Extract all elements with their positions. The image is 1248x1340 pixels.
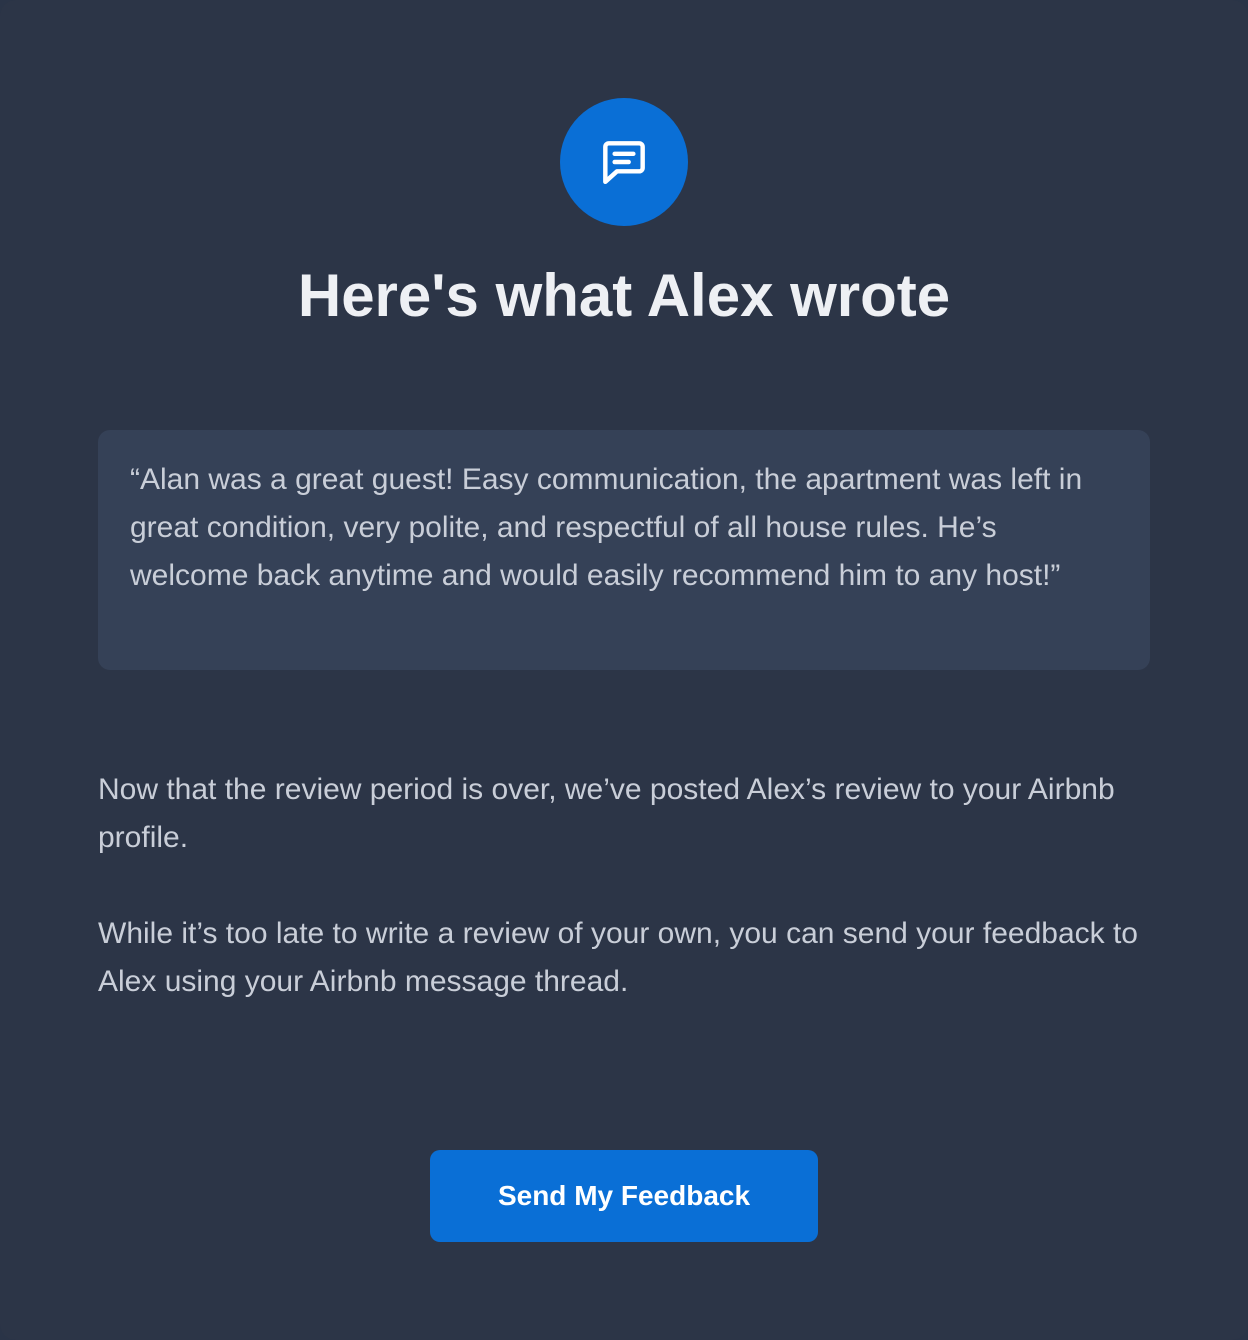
chat-message-icon xyxy=(560,98,688,226)
send-feedback-button[interactable]: Send My Feedback xyxy=(430,1150,818,1242)
page-title: Here's what Alex wrote xyxy=(297,262,951,329)
feedback-info-paragraph: While it’s too late to write a review of… xyxy=(98,917,1138,998)
review-quote-box: “Alan was a great guest! Easy communicat… xyxy=(98,430,1150,670)
review-posted-paragraph: Now that the review period is over, we’v… xyxy=(98,773,1115,854)
email-card: Here's what Alex wrote “Alan was a great… xyxy=(0,0,1248,1340)
review-quote-text: “Alan was a great guest! Easy communicat… xyxy=(130,463,1083,592)
